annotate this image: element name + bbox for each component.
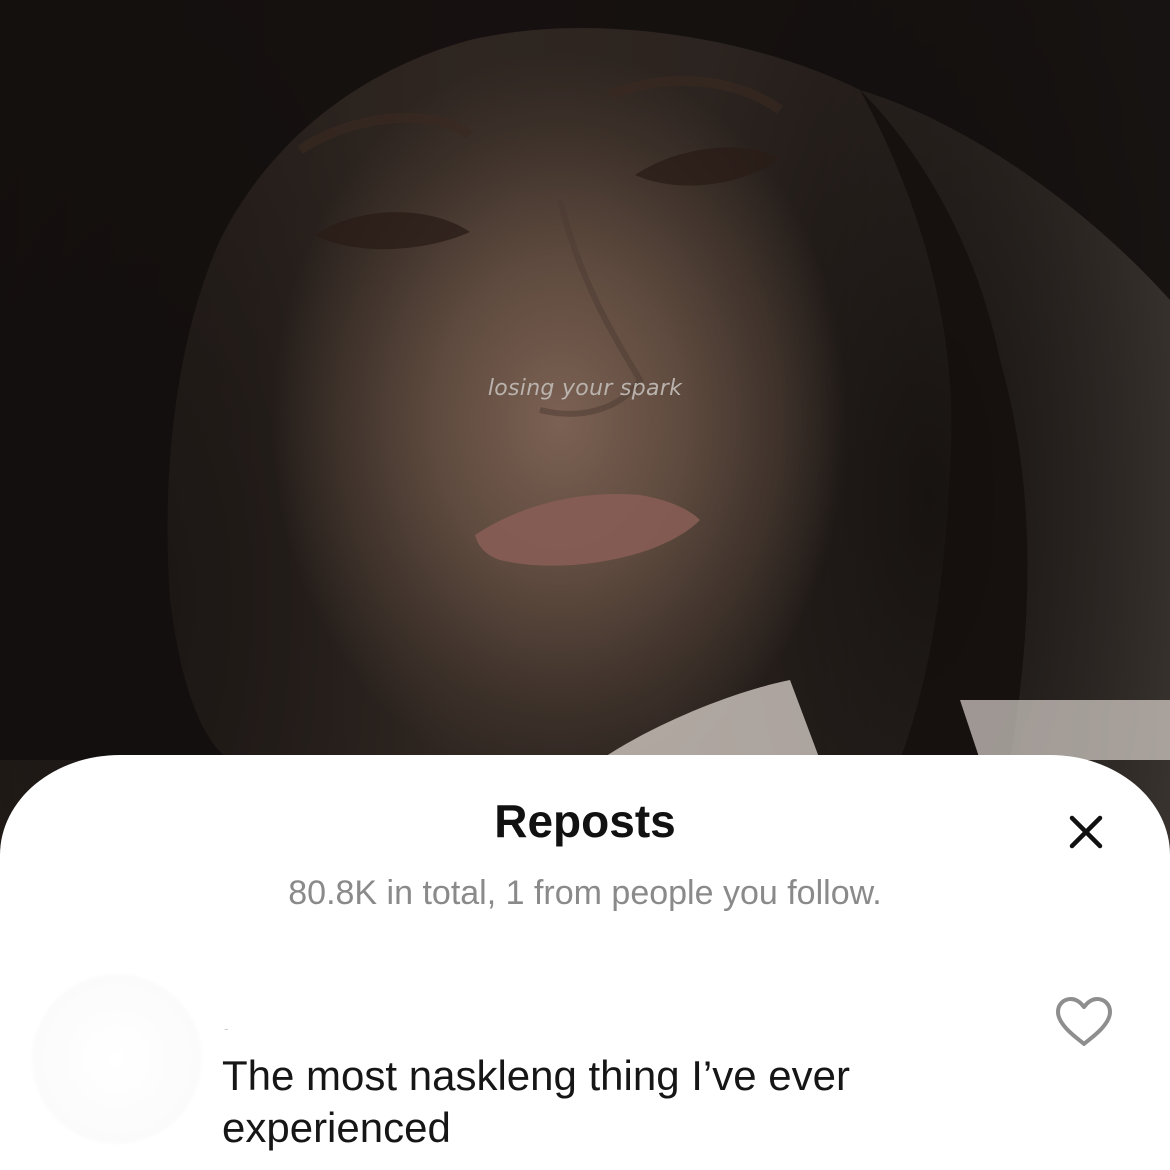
username[interactable]: - xyxy=(224,1020,229,1036)
heart-outline-icon xyxy=(1056,997,1112,1046)
video-caption: losing your spark xyxy=(487,376,683,401)
app-screen: losing your spark Reposts 80.8K in total… xyxy=(0,0,1170,1170)
avatar[interactable] xyxy=(34,976,200,1142)
repost-count-summary: 80.8K in total, 1 from people you follow… xyxy=(288,874,882,912)
close-icon xyxy=(1069,815,1103,849)
repost-comment: The most naskleng thing I’ve ever experi… xyxy=(222,1052,850,1151)
sheet-title: Reposts xyxy=(494,795,676,847)
close-button[interactable] xyxy=(1060,806,1112,858)
like-button[interactable] xyxy=(1052,994,1116,1050)
